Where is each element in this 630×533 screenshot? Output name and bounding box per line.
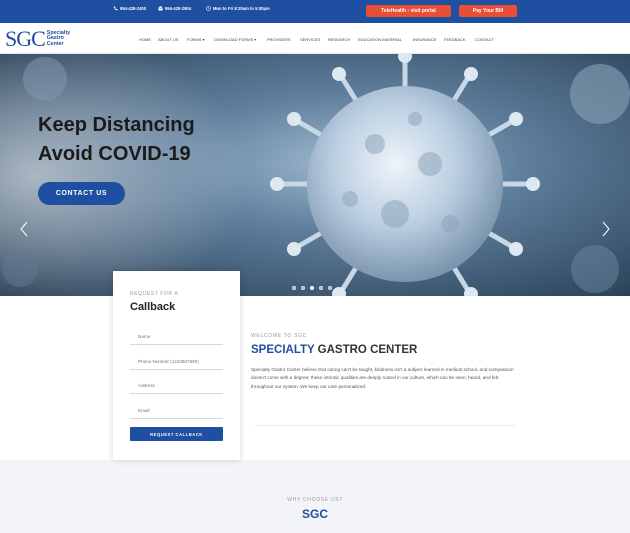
main-navbar: SGC Specialty Gastro Center HOME ABOUT U… [0, 23, 630, 54]
nav-insurance[interactable]: INSURANCE [413, 37, 437, 42]
clock-icon [206, 6, 211, 11]
top-info-bar: 954-428-2400 954-428-2904 Mon to Fri 8:3… [0, 0, 630, 23]
hours-info: Mon to Fri 8:30am to 5:00pm [206, 6, 270, 11]
phone-number: 954-428-2400 [120, 6, 147, 11]
address-input[interactable] [138, 383, 223, 388]
nav-download-forms[interactable]: DOWNLOAD FORMS ▾ [214, 37, 256, 42]
fax-info[interactable]: 954-428-2904 [158, 6, 191, 11]
nav-forms[interactable]: FORMS ▾ [187, 37, 205, 42]
telehealth-button[interactable]: TeleHealth - visit portal [366, 5, 451, 17]
welcome-title: SPECIALTY GASTRO CENTER [251, 344, 417, 356]
email-input[interactable] [138, 408, 223, 413]
name-field[interactable] [130, 329, 223, 345]
email-field[interactable] [130, 403, 223, 419]
nav-contact[interactable]: CONTACT [475, 37, 494, 42]
hero-title: Keep Distancing Avoid COVID-19 [38, 114, 195, 165]
slider-dots [292, 286, 332, 290]
nav-research[interactable]: RESEARCH [328, 37, 350, 42]
slide-dot-5[interactable] [328, 286, 332, 290]
why-title: SGC [301, 507, 328, 521]
nav-services[interactable]: SERVICES [300, 37, 320, 42]
welcome-title-rest: GASTRO CENTER [314, 344, 418, 356]
nav-about-us[interactable]: ABOUT US [158, 37, 178, 42]
nav-education-material[interactable]: EDUCATION MATERIAL [358, 37, 402, 42]
slide-dot-1[interactable] [292, 286, 296, 290]
virus-background-image [0, 54, 630, 296]
phone-input[interactable] [138, 359, 223, 364]
chevron-left-icon[interactable] [19, 221, 29, 237]
fax-icon [158, 6, 163, 11]
phone-info[interactable]: 954-428-2400 [113, 6, 146, 11]
request-callback-button[interactable]: REQUEST CALLBACK [130, 427, 223, 441]
nav-menu: HOME ABOUT US FORMS ▾ DOWNLOAD FORMS ▾ P… [0, 37, 630, 43]
contact-us-button[interactable]: CONTACT US [38, 182, 125, 205]
callback-form-card: REQUEST FOR A Callback REQUEST CALLBACK [113, 271, 240, 460]
fax-number: 954-428-2904 [165, 6, 192, 11]
slide-dot-2[interactable] [301, 286, 305, 290]
name-input[interactable] [138, 334, 223, 339]
nav-feedback[interactable]: FEEDBACK [444, 37, 466, 42]
slide-dot-3[interactable] [310, 286, 314, 290]
office-hours: Mon to Fri 8:30am to 5:00pm [213, 6, 270, 11]
phone-icon [113, 6, 118, 11]
section-divider [255, 425, 515, 426]
why-pretitle: WHY CHOOSE US? [287, 497, 343, 503]
address-field[interactable] [130, 378, 223, 394]
pay-bill-button[interactable]: Pay Your Bill [459, 5, 517, 17]
welcome-title-highlight: SPECIALTY [251, 344, 315, 356]
hero-slider [0, 54, 630, 296]
welcome-body: Specialty Gastro Center believe that car… [251, 367, 514, 389]
welcome-pretitle: WELCOME TO SGC [251, 333, 308, 339]
slide-dot-4[interactable] [319, 286, 323, 290]
nav-providers[interactable]: PROVIDERS [267, 37, 291, 42]
nav-home[interactable]: HOME [139, 37, 151, 42]
callback-pretitle: REQUEST FOR A [130, 291, 179, 297]
chevron-right-icon[interactable] [601, 221, 611, 237]
callback-title: Callback [130, 301, 176, 313]
phone-field[interactable] [130, 354, 223, 370]
